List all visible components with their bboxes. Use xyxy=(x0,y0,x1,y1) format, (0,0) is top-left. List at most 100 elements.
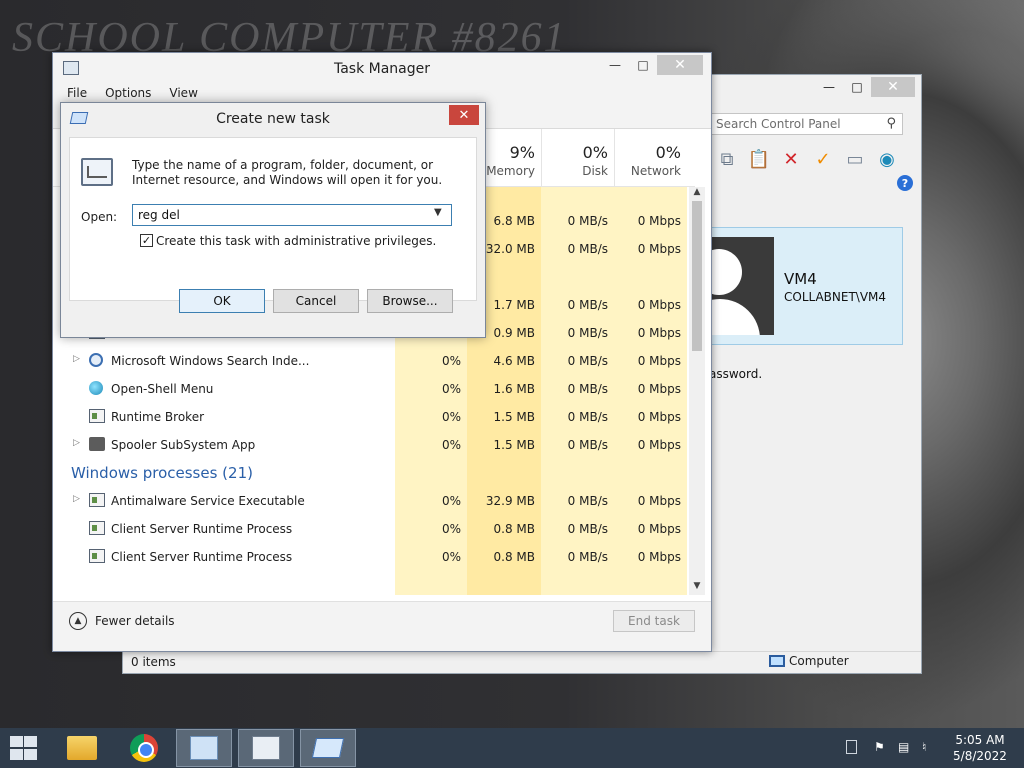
status-item-count: 0 items xyxy=(131,655,176,669)
table-row[interactable]: Open-Shell Menu 0% 1.6 MB 0 MB/s 0 Mbps xyxy=(53,375,687,403)
column-header-disk[interactable]: 0% Disk xyxy=(541,129,614,187)
search-icon[interactable]: ⚲ xyxy=(886,116,896,131)
memory-cell: 1.5 MB xyxy=(493,438,535,452)
scroll-down-icon[interactable]: ▼ xyxy=(689,581,705,595)
expand-arrow-icon[interactable]: ▷ xyxy=(73,354,80,364)
open-command-input[interactable] xyxy=(132,204,452,226)
expand-arrow-icon[interactable]: ▷ xyxy=(73,438,80,448)
password-text-fragment: assword. xyxy=(709,367,763,381)
disk-cell: 0 MB/s xyxy=(567,550,608,564)
scroll-up-icon[interactable]: ▲ xyxy=(689,187,705,201)
process-name: Spooler SubSystem App xyxy=(111,438,256,452)
globe-process-icon xyxy=(89,381,103,395)
minimize-button[interactable]: — xyxy=(815,77,843,97)
delete-icon[interactable]: ✕ xyxy=(779,147,803,171)
file-explorer-icon xyxy=(67,736,97,760)
control-panel-toolbar: ⧉ 📋 ✕ ✓ ▭ ◉ xyxy=(715,147,899,171)
chrome-icon xyxy=(130,734,158,762)
maximize-button[interactable]: □ xyxy=(843,77,871,97)
user-avatar xyxy=(710,237,774,335)
network-cell: 0 Mbps xyxy=(637,522,681,536)
action-center-flag-icon[interactable]: ⚑ xyxy=(874,740,890,756)
cpu-cell: 0% xyxy=(441,410,461,424)
taskbar-task-manager[interactable] xyxy=(238,729,294,767)
close-icon[interactable]: ✕ xyxy=(449,105,479,125)
end-task-button[interactable]: End task xyxy=(613,610,695,632)
table-row[interactable]: ▷ Microsoft Windows Search Inde... 0% 4.6 M… xyxy=(53,347,687,375)
browse-button[interactable]: Browse... xyxy=(367,289,453,313)
close-button[interactable]: ✕ xyxy=(657,55,703,75)
memory-cell: 1.5 MB xyxy=(493,410,535,424)
expand-arrow-icon[interactable]: ▷ xyxy=(73,494,80,504)
admin-privileges-checkbox[interactable]: ✓ xyxy=(140,234,153,247)
volume-muted-icon[interactable]: ♮ xyxy=(922,740,940,756)
ok-button[interactable]: OK xyxy=(179,289,265,313)
network-label: Network xyxy=(630,164,681,178)
system-clock[interactable]: 5:05 AM 5/8/2022 xyxy=(946,732,1014,764)
column-header-network[interactable]: 0% Network xyxy=(614,129,687,187)
create-new-task-dialog[interactable]: Create new task ✕ Type the name of a pro… xyxy=(60,102,486,338)
close-button[interactable]: ✕ xyxy=(871,77,915,97)
disk-cell: 0 MB/s xyxy=(567,410,608,424)
cpu-cell: 0% xyxy=(441,494,461,508)
taskbar-file-explorer[interactable] xyxy=(54,729,110,767)
user-account-card[interactable]: VM4 COLLABNET\VM4 xyxy=(709,227,903,345)
help-icon[interactable]: ? xyxy=(897,175,913,191)
process-name: Microsoft Windows Search Inde... xyxy=(111,354,310,368)
status-location-label: Computer xyxy=(789,654,849,668)
network-cell: 0 Mbps xyxy=(637,214,681,228)
taskbar-control-panel[interactable] xyxy=(176,729,232,767)
copy-icon[interactable]: ⧉ xyxy=(715,147,739,171)
cpu-cell: 0% xyxy=(441,522,461,536)
dialog-title: Create new task xyxy=(216,111,330,127)
task-manager-titlebar[interactable]: Task Manager — □ ✕ xyxy=(53,53,711,83)
search-control-panel-input[interactable]: Search Control Panel ⚲ xyxy=(709,113,903,135)
taskbar-chrome[interactable] xyxy=(116,729,172,767)
network-cell: 0 Mbps xyxy=(637,410,681,424)
process-name: Client Server Runtime Process xyxy=(111,550,293,564)
network-cell: 0 Mbps xyxy=(637,494,681,508)
group-title: Windows processes (21) xyxy=(71,464,253,482)
computer-icon xyxy=(769,655,785,667)
fewer-details-link[interactable]: Fewer details xyxy=(95,614,175,628)
disk-cell: 0 MB/s xyxy=(567,438,608,452)
network-cell: 0 Mbps xyxy=(637,382,681,396)
admin-privileges-label[interactable]: Create this task with administrative pri… xyxy=(156,234,436,248)
check-icon[interactable]: ✓ xyxy=(811,147,835,171)
paste-icon[interactable]: 📋 xyxy=(747,147,771,171)
app-process-icon xyxy=(89,549,105,563)
disk-cell: 0 MB/s xyxy=(567,298,608,312)
network-icon[interactable]: ▤ xyxy=(898,740,916,756)
table-row[interactable]: Runtime Broker 0% 1.5 MB 0 MB/s 0 Mbps xyxy=(53,403,687,431)
memory-cell: 0.8 MB xyxy=(493,522,535,536)
memory-cell: 0.8 MB xyxy=(493,550,535,564)
disk-cell: 0 MB/s xyxy=(567,354,608,368)
network-cell: 0 Mbps xyxy=(637,438,681,452)
scrollbar-thumb[interactable] xyxy=(692,201,702,351)
chevron-up-icon[interactable]: ▲ xyxy=(69,612,87,630)
card-icon[interactable]: ▭ xyxy=(843,147,867,171)
cancel-button[interactable]: Cancel xyxy=(273,289,359,313)
task-manager-footer: ▲ Fewer details End task xyxy=(53,601,711,651)
start-button[interactable] xyxy=(8,736,38,760)
show-desktop-icon[interactable] xyxy=(846,740,857,754)
open-label: Open: xyxy=(81,210,118,224)
table-row[interactable]: ▷ Antimalware Service Executable 0% 32.9 MB… xyxy=(53,487,687,515)
minimize-button[interactable]: — xyxy=(601,55,629,75)
disk-percent: 0% xyxy=(582,143,608,162)
maximize-button[interactable]: □ xyxy=(629,55,657,75)
disk-cell: 0 MB/s xyxy=(567,382,608,396)
user-name: VM4 xyxy=(784,270,817,288)
table-row[interactable]: Client Server Runtime Process 0% 0.8 MB 0 M… xyxy=(53,515,687,543)
task-manager-icon xyxy=(252,736,280,760)
process-list-scrollbar[interactable]: ▲ ▼ xyxy=(689,187,705,595)
disk-cell: 0 MB/s xyxy=(567,522,608,536)
clock-date: 5/8/2022 xyxy=(953,749,1007,763)
table-row[interactable]: Client Server Runtime Process 0% 0.8 MB 0 M… xyxy=(53,543,687,571)
app-process-icon xyxy=(89,493,105,507)
chevron-down-icon[interactable]: ▼ xyxy=(434,207,442,218)
table-row[interactable]: ▷ Spooler SubSystem App 0% 1.5 MB 0 MB/s 0 Mb… xyxy=(53,431,687,459)
taskbar-run-dialog[interactable] xyxy=(300,729,356,767)
dialog-titlebar[interactable]: Create new task ✕ xyxy=(61,103,485,133)
globe-icon[interactable]: ◉ xyxy=(875,147,899,171)
